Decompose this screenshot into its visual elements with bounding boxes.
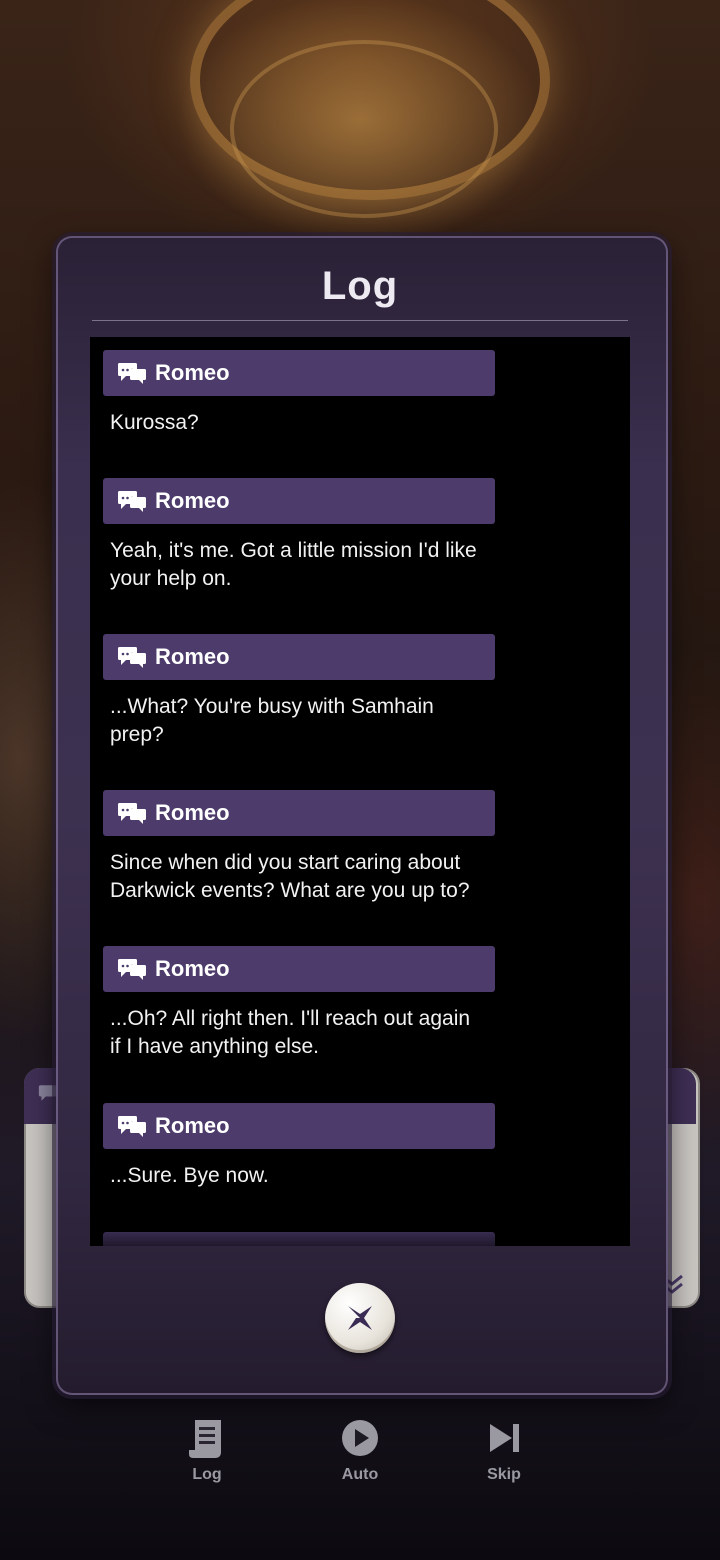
speaker-name: Romeo: [155, 360, 230, 385]
log-entry: Romeo Yeah, it's me. Got a little missio…: [103, 478, 495, 593]
log-entry: Romeo ...Oh? All right then. I'll reach …: [103, 946, 495, 1061]
close-button[interactable]: [325, 1283, 395, 1353]
auto-button-label: Auto: [341, 1466, 379, 1483]
dialogue-text: Yeah, it's me. Got a little mission I'd …: [110, 539, 477, 590]
dialogue-text: ...What? You're busy with Samhain prep?: [110, 695, 434, 746]
speaker-bar: Romeo: [103, 790, 495, 836]
log-button[interactable]: Log: [167, 1416, 247, 1484]
dialogue-text: Kurossa?: [110, 411, 199, 434]
log-entry: Romeo ...What? You're busy with Samhain …: [103, 634, 495, 749]
close-x-icon: [348, 1306, 372, 1330]
chandelier-ring-inner: [230, 40, 498, 218]
log-list[interactable]: Romeo Kurossa? Romeo Yeah, it's me. Got …: [90, 337, 630, 1246]
speaker-name: Romeo: [155, 488, 230, 513]
chat-bubble-icon: [118, 647, 146, 668]
chat-bubble-icon: [118, 803, 146, 824]
chat-bubble-icon: [118, 959, 146, 980]
speaker-bar: Romeo: [103, 634, 495, 680]
chat-bubble-icon: [118, 1116, 146, 1137]
speaker-name: Romeo: [155, 644, 230, 669]
play-icon: [342, 1420, 378, 1456]
dialogue-text: Since when did you start caring about Da…: [110, 851, 470, 902]
auto-button[interactable]: Auto: [320, 1416, 400, 1484]
speaker-bar: Romeo: [103, 478, 495, 524]
chat-bubble-icon: [118, 491, 146, 512]
log-button-label: Log: [192, 1466, 222, 1483]
speaker-bar: Romeo: [103, 350, 495, 396]
log-title: Log: [321, 264, 399, 308]
log-entry: Romeo Since when did you start caring ab…: [103, 790, 495, 905]
title-divider: [92, 320, 628, 321]
dialogue-text: ...Oh? All right then. I'll reach out ag…: [110, 1007, 471, 1058]
speaker-name: Romeo: [155, 1113, 230, 1138]
dialogue-text: ...Sure. Bye now.: [110, 1164, 269, 1187]
skip-forward-icon: [490, 1424, 519, 1452]
speaker-bar: Romeo: [103, 1103, 495, 1149]
skip-button-label: Skip: [487, 1466, 521, 1483]
log-entry: Romeo ...Sure. Bye now.: [103, 1103, 495, 1190]
skip-button[interactable]: Skip: [464, 1416, 544, 1484]
speaker-name: Romeo: [155, 956, 230, 981]
log-entry: Romeo Kurossa?: [103, 350, 495, 437]
speaker-name: Romeo: [155, 800, 230, 825]
list-fade: [90, 1222, 630, 1246]
chat-bubble-icon: [118, 363, 146, 384]
scroll-icon: [189, 1420, 221, 1458]
speaker-bar: Romeo: [103, 946, 495, 992]
